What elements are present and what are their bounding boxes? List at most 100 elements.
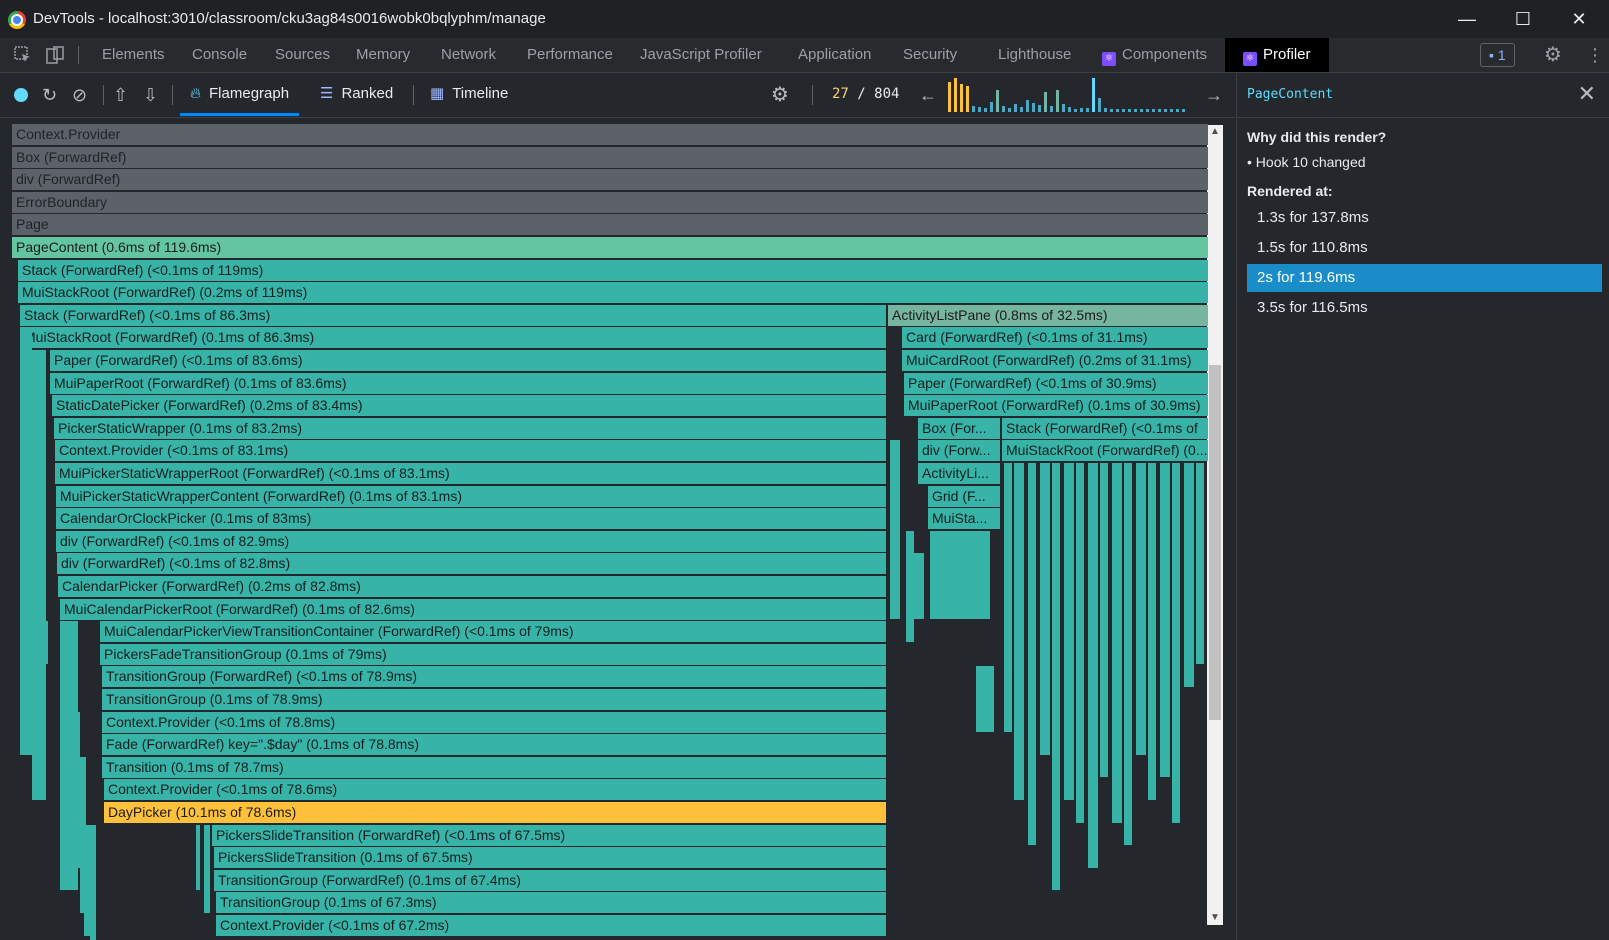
flamegraph-node[interactable]: div (ForwardRef) <box>12 169 1208 191</box>
flamegraph-node[interactable]: MuiStackRoot (ForwardRef) (0... <box>1002 440 1208 462</box>
pagecontent-node[interactable]: PageContent (0.6ms of 119.6ms) <box>12 237 1208 258</box>
flamegraph-node[interactable]: PickersSlideTransition (ForwardRef) (<0.… <box>212 824 886 846</box>
flamegraph-node-column[interactable] <box>196 824 200 891</box>
commit-bar[interactable] <box>1164 109 1167 112</box>
flamegraph-node[interactable]: MuiPickerStaticWrapperContent (ForwardRe… <box>56 485 886 507</box>
flamegraph-node-column[interactable] <box>1014 463 1024 800</box>
scroll-up-arrow-icon[interactable]: ▲ <box>1207 125 1223 139</box>
flamegraph-node-column[interactable] <box>930 530 990 620</box>
commit-bar[interactable] <box>1110 109 1113 112</box>
commit-bar[interactable] <box>972 106 975 112</box>
tab-security[interactable]: Security <box>903 38 957 72</box>
flamegraph-node-column[interactable] <box>44 621 48 665</box>
tab-flamegraph[interactable]: 🔥︎ Flamegraph <box>180 73 300 116</box>
flamegraph-node-column[interactable] <box>20 327 32 755</box>
flamegraph-node-column[interactable] <box>1148 463 1156 800</box>
render-entry-selected[interactable]: 2s for 119.6ms <box>1247 264 1602 292</box>
flamegraph-node[interactable]: Box (ForwardRef) <box>12 146 1208 168</box>
flamegraph-node[interactable]: TransitionGroup (ForwardRef) (<0.1ms of … <box>102 666 886 688</box>
tab-profiler[interactable]: ⚛ Profiler <box>1225 38 1329 72</box>
commit-bar[interactable] <box>1116 109 1119 112</box>
flamegraph-node[interactable]: TransitionGroup (0.1ms of 67.3ms) <box>216 892 886 914</box>
tab-network[interactable]: Network <box>441 38 496 72</box>
tab-components[interactable]: ⚛ Components <box>1102 38 1207 72</box>
flamegraph-node[interactable]: Stack (ForwardRef) (<0.1ms of <box>1002 417 1208 439</box>
flamegraph-node-column[interactable] <box>68 711 80 868</box>
flamegraph-node[interactable]: MuiPaperRoot (ForwardRef) (0.1ms of 30.9… <box>904 395 1208 417</box>
daypicker-node[interactable]: DayPicker (10.1ms of 78.6ms) <box>104 802 886 823</box>
flamegraph-node-column[interactable] <box>1028 463 1036 846</box>
flamegraph-node[interactable]: TransitionGroup (0.1ms of 78.9ms) <box>102 689 886 710</box>
flamegraph-node[interactable]: PickersFadeTransitionGroup (0.1ms of 79m… <box>100 643 886 665</box>
render-entry[interactable]: 1.3s for 137.8ms <box>1247 204 1602 232</box>
flamegraph-node-column[interactable] <box>1124 463 1132 846</box>
flamegraph-node-column[interactable] <box>976 666 994 733</box>
flamegraph-node[interactable]: ErrorBoundary <box>12 191 1208 213</box>
commit-bar[interactable] <box>948 82 951 112</box>
flamegraph-node-column[interactable] <box>890 440 900 620</box>
flamegraph-node[interactable]: MuiPaperRoot (ForwardRef) (0.1ms of 83.6… <box>50 372 886 394</box>
flamegraph-node[interactable]: MuiCardRoot (ForwardRef) (0.2ms of 31.1m… <box>902 350 1208 371</box>
tab-timeline[interactable]: ▦ Timeline <box>430 73 508 115</box>
tab-memory[interactable]: Memory <box>356 38 410 72</box>
issues-counter[interactable]: ▪ 1 <box>1480 43 1515 67</box>
flamegraph-node[interactable]: Context.Provider (<0.1ms of 83.1ms) <box>55 440 886 462</box>
flamegraph-node[interactable]: Context.Provider (<0.1ms of 67.2ms) <box>216 915 886 936</box>
commit-bar[interactable] <box>1068 107 1071 112</box>
commit-bar[interactable] <box>1008 108 1011 112</box>
flamegraph-node-column[interactable] <box>914 553 924 620</box>
commit-bar[interactable] <box>1050 106 1053 112</box>
flamegraph-node[interactable]: Context.Provider (<0.1ms of 78.6ms) <box>104 779 886 801</box>
tab-sources[interactable]: Sources <box>275 38 330 72</box>
commit-bar[interactable] <box>1062 104 1065 112</box>
commit-bar[interactable] <box>1014 104 1017 112</box>
flamegraph-node[interactable]: MuiPickerStaticWrapperRoot (ForwardRef) … <box>55 463 886 484</box>
flamegraph-node[interactable]: Stack (ForwardRef) (<0.1ms of 119ms) <box>18 259 1208 281</box>
tab-elements[interactable]: Elements <box>102 38 165 72</box>
flamegraph-node[interactable]: PickersSlideTransition (0.1ms of 67.5ms) <box>214 847 886 869</box>
flamegraph-node-column[interactable] <box>1004 463 1012 733</box>
flamegraph-node-column[interactable] <box>1076 463 1084 823</box>
commit-bar[interactable] <box>1086 108 1089 112</box>
tab-javascript-profiler[interactable]: JavaScript Profiler <box>640 38 762 72</box>
commit-bar[interactable] <box>990 102 993 112</box>
commit-bar[interactable] <box>984 108 987 112</box>
flamegraph-node-column[interactable] <box>1196 463 1204 665</box>
flamegraph-node-column[interactable] <box>1112 463 1122 823</box>
maximize-button[interactable]: ☐ <box>1495 0 1551 38</box>
flamegraph-node[interactable]: MuiStackRoot (ForwardRef) (0.2ms of 119m… <box>18 282 1208 304</box>
save-profile-icon[interactable]: ⇩ <box>143 85 158 105</box>
close-panel-icon[interactable]: ✕ <box>1578 81 1596 107</box>
minimize-button[interactable]: — <box>1439 0 1495 38</box>
tab-ranked[interactable]: ☰ Ranked <box>320 73 393 115</box>
flamegraph-node-column[interactable] <box>1088 463 1098 868</box>
load-profile-icon[interactable]: ⇧ <box>113 85 128 105</box>
commit-bar[interactable] <box>1056 90 1059 112</box>
commit-bar[interactable] <box>1158 109 1161 112</box>
flamegraph-node[interactable]: Fade (ForwardRef) key=".$day" (0.1ms of … <box>102 734 886 756</box>
render-entry[interactable]: 3.5s for 116.5ms <box>1247 294 1602 322</box>
more-menu-icon[interactable]: ⋮ <box>1586 38 1604 72</box>
commit-bar[interactable] <box>1122 109 1125 112</box>
device-toolbar-icon[interactable] <box>46 46 64 64</box>
commit-bar[interactable] <box>1170 109 1173 112</box>
commit-bar[interactable] <box>1074 109 1077 112</box>
record-button[interactable] <box>14 88 28 102</box>
tab-lighthouse[interactable]: Lighthouse <box>998 38 1071 72</box>
commit-bar[interactable] <box>1182 109 1185 112</box>
commit-bar[interactable] <box>1146 109 1149 112</box>
render-entry[interactable]: 1.5s for 110.8ms <box>1247 234 1602 262</box>
commit-bar[interactable] <box>966 86 969 112</box>
commit-bar[interactable] <box>996 90 999 112</box>
commit-selector-bars[interactable] <box>948 78 1188 112</box>
scrollbar-thumb[interactable] <box>1209 365 1221 720</box>
inspect-element-icon[interactable] <box>14 46 32 64</box>
flamegraph-node-column[interactable] <box>906 530 914 642</box>
tab-console[interactable]: Console <box>192 38 247 72</box>
flamegraph-node-column[interactable] <box>1160 463 1170 778</box>
next-commit-button[interactable]: → <box>1205 85 1223 105</box>
flamegraph-node[interactable]: div (ForwardRef) (<0.1ms of 82.8ms) <box>57 553 886 575</box>
flamegraph-node-column[interactable] <box>1040 463 1050 755</box>
commit-bar[interactable] <box>1020 107 1023 112</box>
flamegraph-node[interactable]: div (ForwardRef) (<0.1ms of 82.9ms) <box>56 530 886 552</box>
